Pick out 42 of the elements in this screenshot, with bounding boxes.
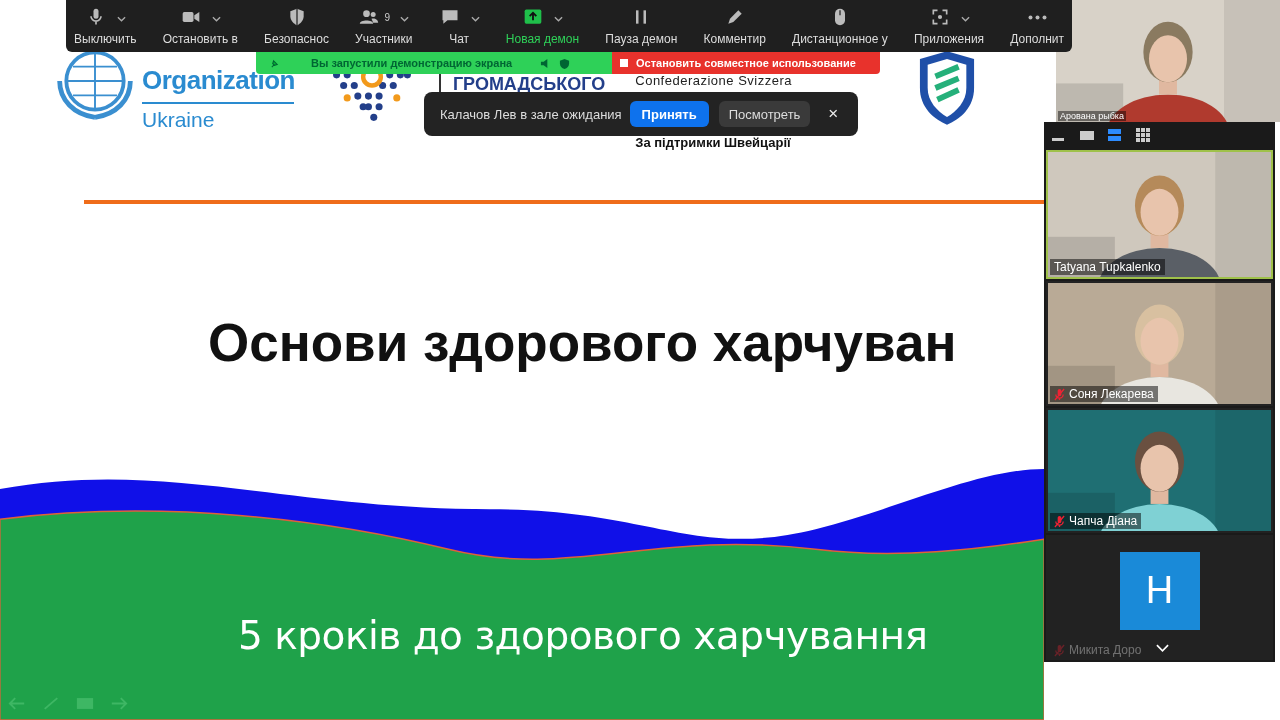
- close-button[interactable]: ×: [822, 104, 845, 124]
- stop-sharing-button[interactable]: Остановить совместное использование: [612, 52, 880, 74]
- caret-icon[interactable]: [470, 16, 480, 22]
- participant-name: Чапча Діана: [1069, 514, 1138, 528]
- caret-icon[interactable]: [400, 16, 410, 22]
- sharing-message: Вы запустили демонстрацию экрана: [311, 57, 513, 69]
- caret-icon[interactable]: [554, 16, 563, 22]
- pin-icon: [270, 58, 279, 68]
- toolbar-button[interactable]: Дополнит: [1008, 0, 1066, 52]
- people-icon: [358, 7, 381, 27]
- toolbar-button[interactable]: 9 Участники: [353, 0, 415, 52]
- avatar: H: [1119, 551, 1200, 630]
- toolbar-button[interactable]: Остановить в: [160, 0, 240, 52]
- share-screen-icon: [522, 7, 544, 27]
- toolbar-button[interactable]: Безопаснос: [262, 0, 331, 52]
- toolbar-button[interactable]: Дистанционное у: [790, 0, 890, 52]
- toolbar-button[interactable]: Чат: [436, 0, 482, 52]
- toolbar-button[interactable]: Приложения: [911, 0, 987, 52]
- toolbar-button[interactable]: Выключить: [72, 0, 139, 52]
- more-icon: [1027, 14, 1047, 20]
- logo-text: Ukraine: [142, 108, 216, 132]
- logo-text: Confederazione Svizzera: [635, 72, 792, 89]
- participant-name: Tatyana Tupkalenko: [1054, 260, 1161, 274]
- participant-name: Арована рыбка: [1058, 111, 1126, 121]
- view-button[interactable]: Посмотреть: [718, 101, 811, 127]
- participant-name: Соня Лекарева: [1069, 387, 1154, 401]
- shield-icon: [559, 57, 571, 69]
- caret-icon[interactable]: [116, 16, 126, 22]
- toolbar-button[interactable]: Пауза демон: [603, 0, 680, 52]
- participant-count: 9: [384, 11, 391, 23]
- caret-icon[interactable]: [960, 16, 970, 22]
- logo-text: Organization: [142, 66, 295, 94]
- chevron-down-icon[interactable]: [1156, 644, 1169, 652]
- accept-button[interactable]: Принять: [629, 101, 709, 127]
- caret-icon[interactable]: [211, 16, 221, 22]
- toolbar-button[interactable]: Новая демон: [503, 0, 582, 52]
- toolbar-button[interactable]: Комментир: [701, 0, 768, 52]
- logo-text: ГРОМАДСЬКОГО: [452, 73, 606, 96]
- notification-message: Калачов Лев в зале ожидания: [440, 106, 622, 122]
- slide-subtitle: 5 кроків до здорового харчування: [238, 613, 928, 658]
- logo-text: За підтримки Швейцарії: [635, 135, 792, 150]
- participant-name: Микита Доро: [1069, 643, 1142, 657]
